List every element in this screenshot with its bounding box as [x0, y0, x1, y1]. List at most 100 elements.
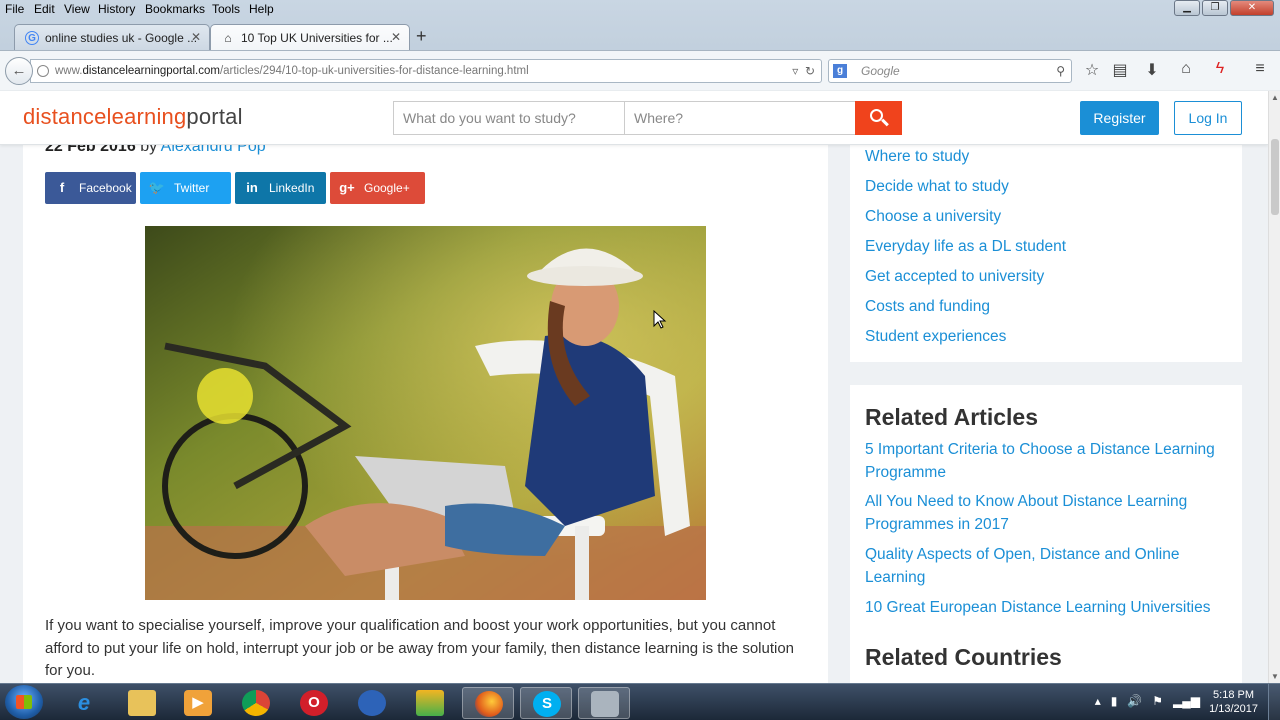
globe-icon	[37, 65, 49, 77]
google-plus-icon: g+	[339, 180, 355, 195]
close-tab-icon[interactable]: ✕	[391, 30, 401, 44]
close-window-button[interactable]: ✕	[1230, 0, 1274, 16]
taskbar-explorer[interactable]	[116, 687, 168, 719]
login-button[interactable]: Log In	[1174, 101, 1242, 135]
related-article-link[interactable]: Quality Aspects of Open, Distance and On…	[865, 544, 1235, 589]
tab-article[interactable]: ⌂ 10 Top UK Universities for ... ✕	[210, 24, 410, 50]
sidebar-link-everyday-life[interactable]: Everyday life as a DL student	[865, 238, 1066, 256]
sidebar-link-costs[interactable]: Costs and funding	[865, 298, 990, 316]
article-photo	[145, 226, 706, 600]
menu-bookmarks[interactable]: Bookmarks	[145, 2, 205, 16]
back-button[interactable]: ←	[5, 57, 33, 85]
home-icon[interactable]: ⌂	[1175, 60, 1197, 78]
firefox-icon	[475, 691, 503, 717]
taskbar-media[interactable]: ▶	[172, 687, 224, 719]
google-icon: G	[25, 31, 39, 45]
share-linkedin-button[interactable]: in LinkedIn	[235, 172, 326, 204]
sidebar-link-decide[interactable]: Decide what to study	[865, 178, 1009, 196]
new-tab-icon[interactable]: +	[416, 26, 427, 47]
clock-time: 5:18 PM	[1213, 689, 1255, 701]
scroll-up-icon[interactable]: ▲	[1271, 93, 1279, 102]
menu-bar: File Edit View History Bookmarks Tools H…	[0, 0, 1280, 18]
site-logo[interactable]: distancelearningportal	[23, 104, 243, 130]
start-button[interactable]	[5, 685, 43, 719]
taskbar-chrome[interactable]	[230, 687, 282, 719]
taskbar-skype[interactable]: S	[520, 687, 572, 719]
maximize-button[interactable]: ❐	[1202, 0, 1228, 16]
addon-icon[interactable]: ϟ	[1209, 60, 1231, 78]
related-article-link[interactable]: 10 Great European Distance Learning Univ…	[865, 597, 1235, 620]
star-icon[interactable]: ☆	[1081, 60, 1103, 80]
twitter-icon: 🐦	[148, 180, 166, 195]
menu-help[interactable]: Help	[249, 2, 274, 16]
bookmarks-list-icon[interactable]: ▤	[1109, 60, 1131, 80]
location-search-input[interactable]: Where?	[624, 101, 856, 135]
study-search-input[interactable]: What do you want to study?	[393, 101, 625, 135]
taskbar-firefox[interactable]	[462, 687, 514, 719]
firefox-developer-icon	[358, 690, 386, 716]
sidebar-link-choose-university[interactable]: Choose a university	[865, 208, 1001, 226]
share-facebook-button[interactable]: f Facebook	[45, 172, 136, 204]
taskbar-firefox-dev[interactable]	[346, 687, 398, 719]
download-icon[interactable]: ⬇	[1141, 60, 1163, 80]
bluestacks-icon	[416, 690, 444, 716]
url-bar[interactable]: www.distancelearningportal.com/articles/…	[30, 59, 822, 83]
search-placeholder: Google	[861, 64, 900, 78]
share-label: Facebook	[79, 181, 132, 195]
clock-date: 1/13/2017	[1209, 703, 1258, 715]
scroll-down-icon[interactable]: ▼	[1271, 672, 1279, 681]
site-search-button[interactable]	[855, 101, 902, 135]
menu-edit[interactable]: Edit	[34, 2, 55, 16]
register-button[interactable]: Register	[1080, 101, 1159, 135]
menu-history[interactable]: History	[98, 2, 135, 16]
windows-taskbar: e ▶ O S ▴ ▮ 🔊 ⚑ ▂▄▆ 5:18 PM 1/13/2017	[0, 683, 1280, 720]
share-label: LinkedIn	[269, 181, 315, 195]
google-engine-icon[interactable]: g	[833, 64, 847, 78]
tab-google-search[interactable]: G online studies uk - Google ... ✕	[14, 24, 210, 50]
related-countries-heading: Related Countries	[865, 644, 1062, 670]
web-page: distancelearningportal What do you want …	[0, 91, 1268, 683]
opera-icon: O	[300, 690, 328, 716]
facebook-icon: f	[59, 180, 65, 195]
taskbar-clock[interactable]: 5:18 PM 1/13/2017	[1209, 688, 1258, 716]
taskbar-camera[interactable]	[578, 687, 630, 719]
sidebar-link-get-accepted[interactable]: Get accepted to university	[865, 268, 1044, 286]
window-controls: ▁ ❐ ✕	[1174, 0, 1274, 16]
logo-part1: distancelearning	[23, 104, 187, 129]
url-path: /articles/294/10-top-uk-universities-for…	[219, 65, 529, 77]
share-label: Google+	[364, 181, 410, 195]
menu-file[interactable]: File	[5, 2, 24, 16]
article-intro-paragraph: If you want to specialise yourself, impr…	[45, 617, 795, 680]
windows-logo-icon	[16, 695, 32, 709]
taskbar-opera[interactable]: O	[288, 687, 340, 719]
menu-view[interactable]: View	[64, 2, 90, 16]
browser-chrome: File Edit View History Bookmarks Tools H…	[0, 0, 1280, 90]
mouse-cursor-icon	[653, 310, 667, 329]
minimize-button[interactable]: ▁	[1174, 0, 1200, 16]
url-prefix: www.	[55, 65, 83, 77]
page-scrollbar[interactable]: ▲ ▼	[1268, 91, 1280, 683]
linkedin-icon: in	[246, 180, 258, 195]
sidebar-link-where-to-study[interactable]: Where to study	[865, 148, 969, 166]
menu-tools[interactable]: Tools	[212, 2, 240, 16]
sidebar-link-experiences[interactable]: Student experiences	[865, 328, 1006, 346]
internet-explorer-icon: e	[77, 690, 91, 715]
close-tab-icon[interactable]: ✕	[191, 30, 201, 44]
related-article-link[interactable]: 5 Important Criteria to Choose a Distanc…	[865, 439, 1235, 484]
search-icon[interactable]: ⚲	[1056, 60, 1065, 82]
media-player-icon: ▶	[184, 690, 212, 716]
share-googleplus-button[interactable]: g+ Google+	[330, 172, 425, 204]
related-article-link[interactable]: All You Need to Know About Distance Lear…	[865, 491, 1235, 536]
taskbar-ie[interactable]: e	[58, 687, 110, 719]
show-desktop-button[interactable]	[1268, 684, 1280, 720]
tab-title: online studies uk - Google ...	[45, 31, 198, 45]
system-tray[interactable]: ▴ ▮ 🔊 ⚑ ▂▄▆	[1095, 694, 1200, 708]
search-bar[interactable]: g Google ⚲	[828, 59, 1072, 83]
scrollbar-thumb[interactable]	[1271, 139, 1279, 215]
share-twitter-button[interactable]: 🐦 Twitter	[140, 172, 231, 204]
reload-icon[interactable]: ▿ ↻	[792, 60, 815, 82]
camera-icon	[591, 691, 619, 717]
taskbar-bluestacks[interactable]	[404, 687, 456, 719]
menu-icon[interactable]: ≡	[1249, 60, 1271, 78]
navigation-bar: www.distancelearningportal.com/articles/…	[0, 50, 1280, 90]
